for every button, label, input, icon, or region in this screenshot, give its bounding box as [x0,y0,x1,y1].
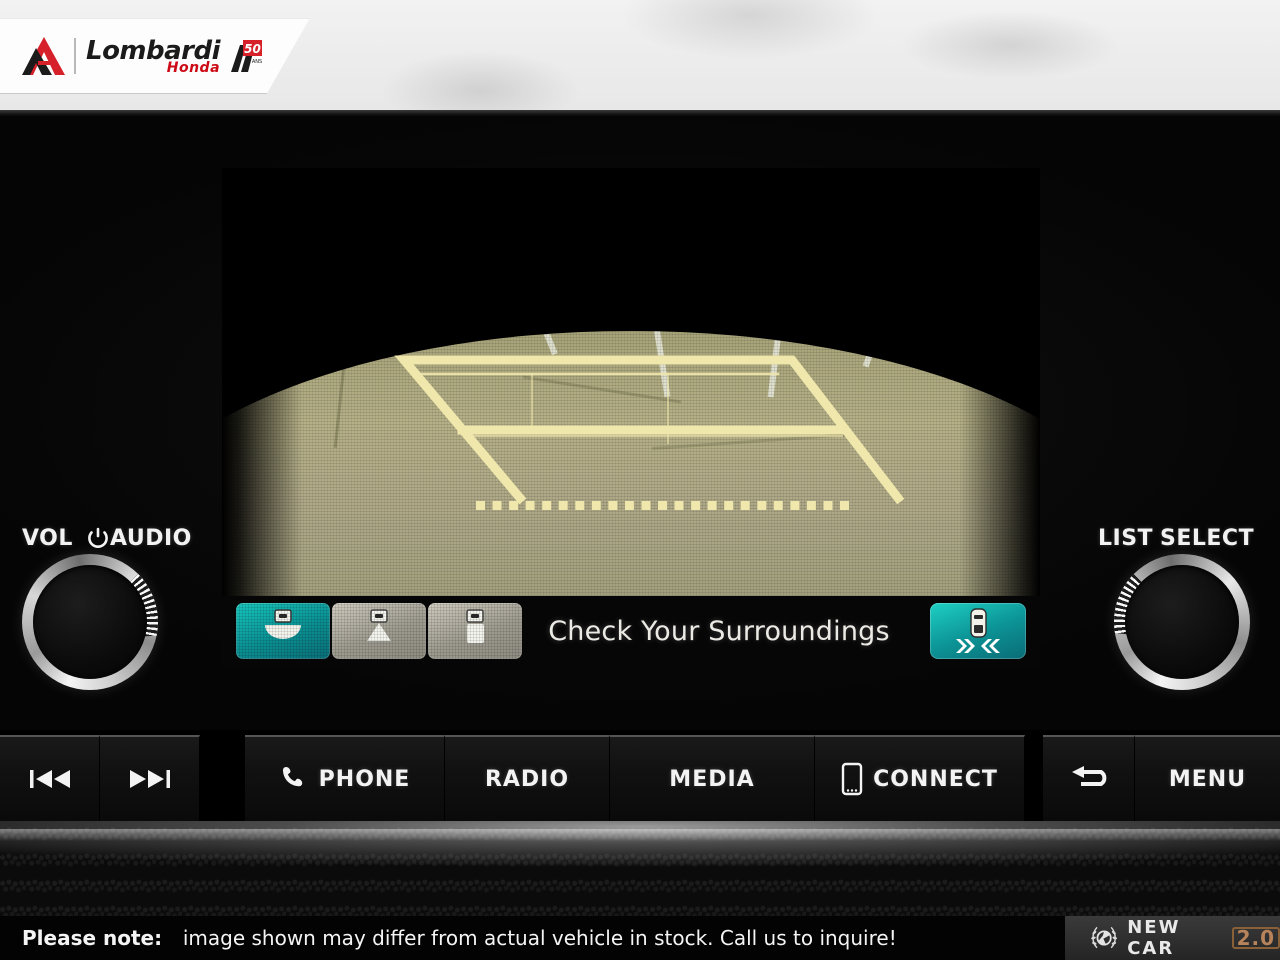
anniversary-badge-icon: 50 ANS [231,40,262,72]
banner-smudge [620,0,880,60]
phone-handset-icon [282,767,302,787]
hard-key-row: PHONE RADIO MEDIA CONNECT MENU [0,735,1280,821]
vol-label: VOL [22,526,73,551]
camera-control-bar: Check Your Surroundings [222,596,1040,666]
new-car-badge-word: NEW CAR [1127,917,1181,959]
banner-smudge [380,50,580,110]
phone-button[interactable]: PHONE [245,735,445,821]
menu-button-label: MENU [1168,766,1247,792]
screenshot-root: Lombardi Honda 50 ANS Check Your Surroun… [0,0,1280,960]
camera-right-vignette [960,168,1040,596]
camera-wide-view-button[interactable] [236,603,330,659]
radio-button-label: RADIO [484,766,570,792]
back-arrow-icon [1071,766,1106,786]
media-button[interactable]: MEDIA [610,735,815,821]
menu-button[interactable]: MENU [1135,735,1280,821]
unit-top-edge [0,110,1280,116]
next-track-icon [129,770,170,788]
next-track-button[interactable] [100,735,200,821]
new-car-badge-version: 2.0 [1231,927,1280,949]
logo-wordmark: Lombardi Honda [86,38,221,75]
power-icon [88,527,108,548]
camera-view-button-group [236,603,522,659]
connect-button-label: CONNECT [873,766,998,792]
lombardi-honda-logo-icon [22,37,65,75]
media-button-label: MEDIA [669,766,755,792]
previous-track-button[interactable] [0,735,100,821]
dashboard-pad [0,821,1280,921]
select-label: SELECT [1160,526,1255,551]
smartphone-icon [841,762,863,796]
button-pixel-texture [236,603,330,659]
back-button[interactable] [1043,735,1135,821]
parking-sensor-button[interactable] [930,603,1026,659]
vehicle-proximity-sensor-icon [956,608,1000,653]
svg-text:ANS: ANS [252,59,262,65]
audio-label: AUDIO [110,526,192,551]
button-pixel-texture [332,603,426,659]
banner-smudge [900,10,1120,80]
knob-face [33,565,147,679]
list-label: LIST [1098,526,1154,551]
laurel-aperture-icon [1091,926,1118,949]
new-car-badge[interactable]: NEW CAR 2.0 [1065,916,1280,960]
camera-left-vignette [222,168,302,596]
disclaimer-text: Please note: image shown may differ from… [22,926,897,950]
disclaimer-body: image shown may differ from actual vehic… [182,926,897,950]
dealer-banner: Lombardi Honda 50 ANS [0,0,1280,110]
previous-track-icon [29,770,70,788]
camera-normal-view-button[interactable] [332,603,426,659]
dashboard-texture [0,821,1280,921]
key-row-gap [200,735,245,821]
phone-button-label: PHONE [318,766,411,792]
dealer-logo[interactable]: Lombardi Honda 50 ANS [0,18,310,94]
camera-warning-message: Check Your Surroundings [548,615,890,647]
logo-divider [74,38,76,74]
radio-button[interactable]: RADIO [445,735,610,821]
disclaimer-label: Please note: [22,926,163,950]
disclaimer-bar: Please note: image shown may differ from… [0,916,1280,960]
button-pixel-texture [428,603,522,659]
rear-camera-feed [222,168,1040,596]
lcd-screen[interactable]: Check Your Surroundings [222,168,1040,666]
infotainment-head-unit: Check Your Surroundings VOL AUDIO LIST S… [0,110,1280,730]
list-select-knob[interactable] [1114,554,1250,690]
camera-top-down-view-button[interactable] [428,603,522,659]
knob-face [1125,565,1239,679]
connect-button[interactable]: CONNECT [815,735,1025,821]
svg-text:50: 50 [244,42,261,56]
key-row-gap [1025,735,1043,821]
volume-audio-knob[interactable] [22,554,158,690]
camera-fisheye-vignette [222,331,1040,596]
